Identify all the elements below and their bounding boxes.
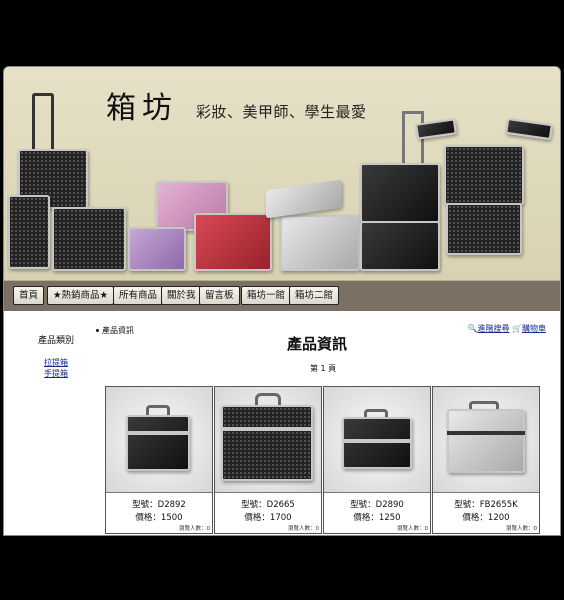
search-icon: 🔍 [467,324,478,333]
sidebar-link-trolley[interactable]: 拉提箱 [44,357,68,368]
breadcrumb-label: 產品資訊 [102,326,134,335]
product-card[interactable]: 型號：D2892 價格：1500 瀏覽人數：0 [105,386,213,534]
silver-open-case-image [280,215,360,271]
product-card[interactable]: 型號：D2665 價格：1700 瀏覽人數：0 [214,386,322,534]
nav-home[interactable]: 首頁 [13,286,45,305]
advanced-search-link[interactable]: 進階搜尋 [477,324,509,333]
product-image[interactable] [433,387,539,493]
page-title: 產品資訊 [287,335,348,353]
silver-tray-image [266,179,342,219]
sidebar-link-handcase[interactable]: 手提箱 [44,368,68,379]
product-model: 型號：D2890 [350,500,404,510]
product-image[interactable] [324,387,430,493]
product-model: 型號：D2665 [241,500,295,510]
header-banner: 箱坊 彩妝、美甲師、學生最愛 [4,67,560,281]
nav-about[interactable]: 關於我 [161,286,202,305]
nav-hot-products[interactable]: ★熱銷商品★ [47,286,115,305]
brand-slogan: 彩妝、美甲師、學生最愛 [196,103,367,121]
brand-title: 箱坊 [106,91,178,126]
nav-all-products[interactable]: 所有商品 [113,286,164,305]
purple-case-image [128,227,186,271]
product-card[interactable]: 型號：FB2655K 價格：1200 瀏覽人數：0 [432,386,540,534]
sidebar-title: 產品類別 [38,336,75,346]
main-nav: 首頁 ★熱銷商品★ 所有商品 關於我 留言板 箱坊一館 箱坊二館 [4,281,560,311]
page-number: 第 1 頁 [310,364,337,373]
product-image[interactable] [106,387,212,493]
nav-store-one[interactable]: 箱坊一館 [241,286,292,305]
product-views: 瀏覽人數：0 [288,526,319,532]
product-views: 瀏覽人數：0 [179,526,210,532]
main-content: 產品類別 拉提箱 手提箱 產品資訊 🔍進階搜尋 🛒購物車 產品資訊 第 1 頁 … [4,311,560,535]
product-card[interactable]: 型號：D2890 價格：1250 瀏覽人數：0 [323,386,431,534]
product-model: 型號：D2892 [132,500,186,510]
breadcrumb: 產品資訊 [96,325,134,336]
top-links: 🔍進階搜尋 🛒購物車 [468,323,546,334]
cart-icon: 🛒 [512,324,522,333]
browser-page: 箱坊 彩妝、美甲師、學生最愛 首頁 ★熱銷商品★ 所有商品 關於我 留言板 箱坊… [3,66,561,536]
product-model: 型號：FB2655K [454,500,518,510]
product-views: 瀏覽人數：0 [506,526,537,532]
product-price: 價格：1250 [353,513,401,523]
product-views: 瀏覽人數：0 [397,526,428,532]
red-case-image [194,213,272,271]
nav-store-two[interactable]: 箱坊二館 [289,286,340,305]
nav-guestbook[interactable]: 留言板 [199,286,240,305]
product-price: 價格：1200 [462,513,510,523]
product-price: 價格：1700 [244,513,292,523]
cart-link[interactable]: 購物車 [522,324,546,333]
product-image[interactable] [215,387,321,493]
bullet-icon [96,329,99,332]
product-price: 價格：1500 [135,513,183,523]
